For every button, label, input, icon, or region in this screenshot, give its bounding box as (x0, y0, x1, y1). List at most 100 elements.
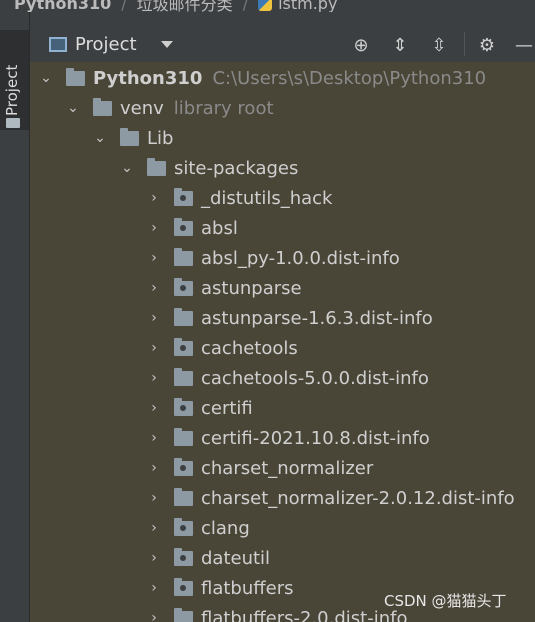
tree-node-item[interactable]: › clang (30, 513, 535, 543)
tree-node-item[interactable]: › cachetools (30, 333, 535, 363)
folder-icon (147, 157, 166, 176)
venv-name: venv (120, 97, 164, 119)
project-tool-tab-label: Project (3, 64, 21, 116)
chevron-down-icon[interactable] (160, 41, 173, 48)
item-label: certifi (201, 397, 253, 419)
chevron-right-icon[interactable]: › (146, 370, 162, 386)
tool-window-strip: Project (0, 12, 30, 622)
project-tool-tab[interactable]: Project (0, 30, 29, 130)
chevron-down-icon[interactable]: ⌄ (92, 130, 108, 146)
package-icon (174, 397, 193, 416)
lib-name: Lib (147, 127, 174, 149)
folder-icon (66, 67, 85, 86)
item-label: flatbuffers-2.0.dist-info (201, 607, 408, 622)
tree-node-item[interactable]: › certifi (30, 393, 535, 423)
item-label: clang (201, 517, 250, 539)
package-icon (174, 277, 193, 296)
project-tree: ⌄ Python310 C:\Users\s\Desktop\Python310… (30, 62, 535, 622)
folder-icon (174, 247, 193, 266)
breadcrumb-separator: / (242, 0, 249, 12)
gear-icon[interactable]: ⚙ (476, 34, 498, 56)
chevron-right-icon[interactable]: › (146, 430, 162, 446)
tree-node-root[interactable]: ⌄ Python310 C:\Users\s\Desktop\Python310 (30, 63, 535, 93)
chevron-right-icon[interactable]: › (146, 190, 162, 206)
package-icon (174, 187, 193, 206)
chevron-right-icon[interactable]: › (146, 610, 162, 622)
tree-node-item[interactable]: › astunparse-1.6.3.dist-info (30, 303, 535, 333)
chevron-right-icon[interactable]: › (146, 580, 162, 596)
navigation-breadcrumb: Python310 / 垃圾邮件分类 / lstm.py (0, 0, 535, 12)
chevron-right-icon[interactable]: › (146, 520, 162, 536)
breadcrumb-folder[interactable]: 垃圾邮件分类 (137, 0, 233, 12)
folder-icon (174, 307, 193, 326)
tree-node-item[interactable]: › _distutils_hack (30, 183, 535, 213)
chevron-right-icon[interactable]: › (146, 460, 162, 476)
breadcrumb-file[interactable]: lstm.py (258, 0, 337, 12)
package-icon (174, 577, 193, 596)
item-label: cachetools-5.0.0.dist-info (201, 367, 429, 389)
project-panel-header: Project ⊕ ⇕ ⇳ ⚙ — (30, 26, 535, 62)
chevron-right-icon[interactable]: › (146, 250, 162, 266)
chevron-right-icon[interactable]: › (146, 490, 162, 506)
item-label: dateutil (201, 547, 271, 569)
folder-icon (174, 487, 193, 506)
tree-node-item[interactable]: › absl_py-1.0.0.dist-info (30, 243, 535, 273)
item-label: certifi-2021.10.8.dist-info (201, 427, 430, 449)
package-icon (174, 337, 193, 356)
item-label: astunparse-1.6.3.dist-info (201, 307, 433, 329)
collapse-all-icon[interactable]: ⇳ (428, 34, 450, 56)
breadcrumb-project[interactable]: Python310 (14, 0, 111, 12)
tree-node-item[interactable]: › charset_normalizer (30, 453, 535, 483)
folder-icon (174, 367, 193, 386)
item-label: flatbuffers (201, 577, 294, 599)
locate-icon[interactable]: ⊕ (350, 34, 372, 56)
site-packages-name: site-packages (174, 157, 299, 179)
package-icon (174, 217, 193, 236)
item-label: absl (201, 217, 238, 239)
python-file-icon (258, 0, 273, 11)
folder-icon (174, 607, 193, 622)
tree-node-lib[interactable]: ⌄ Lib (30, 123, 535, 153)
package-icon (174, 547, 193, 566)
item-label: cachetools (201, 337, 298, 359)
project-view-icon (49, 37, 67, 52)
folder-icon (93, 97, 112, 116)
tree-node-venv[interactable]: ⌄ venv library root (30, 93, 535, 123)
tree-node-item[interactable]: › dateutil (30, 543, 535, 573)
venv-hint: library root (173, 97, 274, 119)
breadcrumb-separator: / (121, 0, 127, 12)
tree-node-item[interactable]: › cachetools-5.0.0.dist-info (30, 363, 535, 393)
item-label: astunparse (201, 277, 302, 299)
item-label: charset_normalizer (201, 457, 374, 479)
root-path: C:\Users\s\Desktop\Python310 (212, 67, 487, 89)
item-label: absl_py-1.0.0.dist-info (201, 247, 400, 269)
item-label: _distutils_hack (201, 187, 333, 209)
chevron-down-icon[interactable]: ⌄ (119, 160, 135, 176)
item-label: charset_normalizer-2.0.12.dist-info (201, 487, 515, 509)
project-view-selector[interactable]: Project (49, 34, 173, 55)
tree-node-item[interactable]: › absl (30, 213, 535, 243)
tree-node-item[interactable]: › certifi-2021.10.8.dist-info (30, 423, 535, 453)
chevron-right-icon[interactable]: › (146, 280, 162, 296)
tree-node-site-packages[interactable]: ⌄ site-packages (30, 153, 535, 183)
chevron-right-icon[interactable]: › (146, 340, 162, 356)
project-panel-title: Project (75, 34, 137, 55)
tree-node-item[interactable]: › charset_normalizer-2.0.12.dist-info (30, 483, 535, 513)
package-icon (174, 517, 193, 536)
folder-icon (120, 127, 139, 146)
toolbar-divider (464, 32, 465, 56)
breadcrumb-file-label: lstm.py (278, 0, 338, 12)
chevron-right-icon[interactable]: › (146, 220, 162, 236)
chevron-right-icon[interactable]: › (146, 550, 162, 566)
chevron-down-icon[interactable]: ⌄ (38, 70, 54, 86)
chevron-down-icon[interactable]: ⌄ (65, 100, 81, 116)
chevron-right-icon[interactable]: › (146, 310, 162, 326)
expand-all-icon[interactable]: ⇕ (389, 34, 411, 56)
tree-node-item[interactable]: › astunparse (30, 273, 535, 303)
hide-icon[interactable]: — (513, 34, 535, 56)
chevron-right-icon[interactable]: › (146, 400, 162, 416)
folder-icon (174, 427, 193, 446)
package-icon (174, 457, 193, 476)
watermark: CSDN @猫猫头丁 (384, 592, 507, 610)
folder-icon (6, 118, 20, 128)
